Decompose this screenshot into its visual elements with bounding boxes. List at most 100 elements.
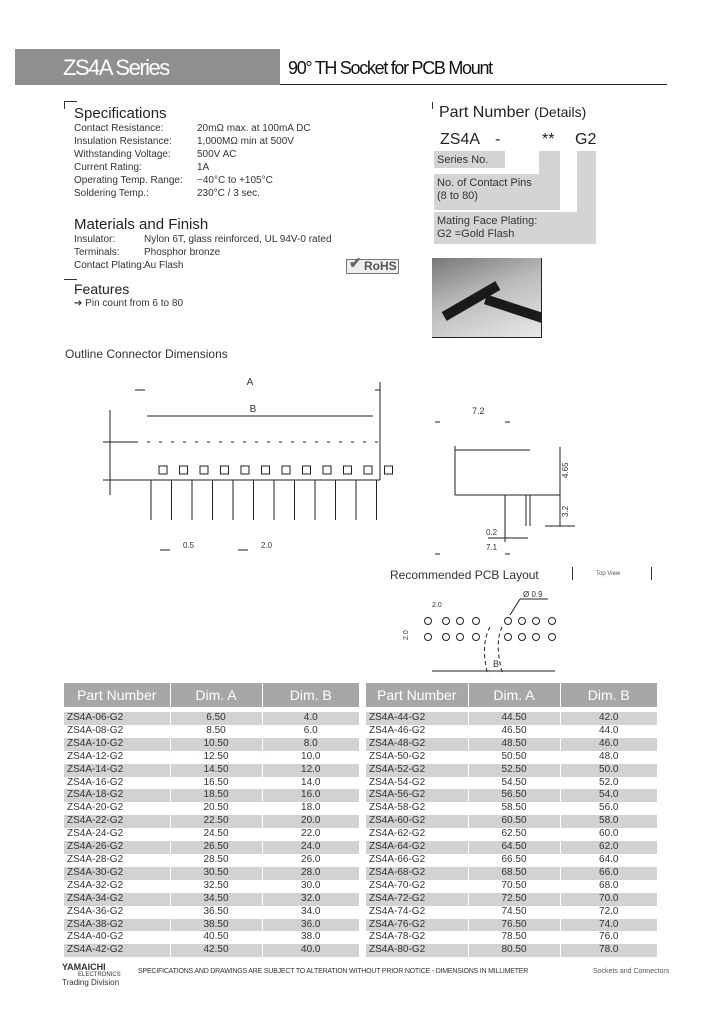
cell-dim-b: 40.0: [262, 944, 359, 958]
cell-part-number: ZS4A-62-G2: [366, 828, 469, 842]
table-row: ZS4A-24-G2 24.50 22.0: [64, 828, 359, 842]
table-row: ZS4A-32-G2 32.50 30.0: [64, 879, 359, 893]
cell-dim-b: 44.0: [599, 724, 619, 736]
spec-row: Current Rating: 1A: [74, 161, 311, 174]
cell-dim-a: 46.50: [468, 724, 561, 738]
col-part-number: Part Number: [366, 683, 469, 707]
table-row: ZS4A-20-G2 20.50 18.0: [64, 802, 359, 816]
cell-dim-a: 6.50: [170, 712, 263, 725]
cell-dim-a: 12.50: [170, 750, 263, 764]
table-row: ZS4A-80-G2 80.50 78.0: [366, 944, 657, 958]
materials-list: Insulator: Nylon 6T, glass reinforced, UL…: [74, 233, 332, 272]
divider: [572, 567, 573, 580]
cell-part-number: ZS4A-58-G2: [366, 802, 469, 816]
contact-pins: [150, 465, 393, 520]
cell-dim-a: 14.50: [170, 763, 263, 777]
spec-value: 20mΩ max. at 100mA DC: [197, 123, 311, 134]
material-row: Terminals: Phosphor bronze: [74, 246, 332, 259]
side-72-label: 7.2: [472, 406, 485, 416]
plating-connector-bar: [577, 151, 596, 216]
dim-b-label: B: [250, 404, 257, 415]
cell-part-number: ZS4A-44-G2: [366, 712, 469, 725]
pcb-hole: [548, 633, 556, 641]
table-row: ZS4A-12-G2 12.50 10.0: [64, 750, 359, 764]
series-no-box: Series No.: [434, 151, 505, 168]
dimensions-table-right: Part Number Dim. A Dim. B ZS4A-44-G2 44.5…: [366, 683, 657, 958]
table-row: ZS4A-06-G2 6.50 4.0: [64, 712, 359, 725]
pin-window: [179, 465, 188, 475]
cell-dim-a: 38.50: [170, 918, 263, 932]
materials-title: Materials and Finish: [74, 216, 209, 233]
footer-category: Sockets and Connectors: [593, 968, 670, 975]
dimensions-table-left: Part Number Dim. A Dim. B ZS4A-06-G2 6.50…: [64, 683, 359, 958]
pcb-hole: [548, 617, 556, 625]
spec-label: Soldering Temp.:: [74, 188, 149, 199]
materials-section: Materials and Finish Insulator: Nylon 6T,…: [74, 216, 332, 272]
cell-dim-b: 46.0: [560, 737, 657, 751]
code-plating: G2: [575, 131, 597, 148]
spec-value: 500V AC: [197, 149, 237, 160]
table-row: ZS4A-18-G2 18.50 16.0: [64, 789, 359, 803]
pins-connector-bar: [539, 151, 560, 176]
pcb-hole: [424, 633, 432, 641]
pcb-holes: [424, 617, 556, 641]
table-row: ZS4A-60-G2 60.50 58.0: [366, 815, 657, 829]
table-row: ZS4A-38-G2 38.50 36.0: [64, 918, 359, 932]
section-corner-mark: [432, 102, 433, 109]
cell-dim-b: 36.0: [262, 918, 359, 932]
cell-dim-a: 66.50: [468, 853, 561, 867]
pcb-layout-title: Recommended PCB Layout: [390, 568, 539, 582]
side-71-label: 7.1: [486, 543, 498, 552]
cell-dim-a: 18.50: [170, 789, 263, 803]
cell-dim-a: 70.50: [468, 879, 561, 893]
cell-dim-b: 20.0: [262, 815, 359, 829]
cell-dim-a: 16.50: [170, 776, 263, 790]
series-title: ZS4A Series: [15, 49, 280, 85]
cell-dim-b: 62.0: [560, 841, 657, 854]
outline-title: Outline Connector Dimensions: [65, 347, 228, 361]
col-dim-a: Dim. A: [170, 683, 263, 707]
cell-dim-a: 42.50: [170, 944, 263, 958]
cell-part-number: ZS4A-06-G2: [64, 712, 171, 725]
cell-dim-a: 30.50: [170, 866, 263, 880]
cell-part-number: ZS4A-38-G2: [64, 918, 171, 932]
pcb-hole: [456, 633, 464, 641]
code-pins: **: [542, 131, 555, 148]
pin-window: [158, 465, 168, 475]
cell-dim-a: 24.50: [170, 828, 263, 842]
cell-dim-b: 70.0: [560, 892, 657, 906]
cell-part-number: ZS4A-50-G2: [366, 750, 469, 764]
cell-dim-a: 50.50: [468, 750, 561, 764]
table-row: ZS4A-64-G2 64.50 62.0: [366, 841, 657, 854]
cell-dim-b: 34.0: [301, 905, 321, 917]
cell-dim-a: 74.50: [468, 905, 561, 919]
pcb-hole: [518, 617, 526, 625]
divider: [651, 567, 652, 580]
table-row: ZS4A-74-G2 74.50 72.0: [366, 905, 657, 919]
cell-part-number: ZS4A-30-G2: [64, 866, 171, 880]
pcb-hole: [442, 633, 450, 641]
material-value: Phosphor bronze: [144, 247, 221, 258]
dim-20-label: 2.0: [261, 541, 273, 550]
cell-dim-a: 44.50: [468, 712, 561, 725]
hole-dia-label: Ø 0.9: [523, 590, 543, 599]
cell-part-number: ZS4A-64-G2: [366, 841, 469, 854]
pin-window: [240, 465, 250, 475]
pin-window: [261, 465, 270, 475]
cell-part-number: ZS4A-40-G2: [64, 931, 171, 945]
table-row: ZS4A-34-G2 34.50 32.0: [64, 892, 359, 906]
table-row: ZS4A-58-G2 58.50 56.0: [366, 802, 657, 816]
col-dim-b: Dim. B: [262, 683, 359, 707]
cell-part-number: ZS4A-18-G2: [64, 789, 171, 803]
product-photo: [432, 258, 542, 338]
cell-dim-b: 60.0: [599, 828, 619, 840]
cell-dim-b: 14.0: [301, 776, 321, 788]
features-section: Features ➔ Pin count from 6 to 80: [74, 281, 183, 310]
cell-part-number: ZS4A-54-G2: [366, 776, 469, 790]
cell-dim-b: 50.0: [560, 763, 657, 777]
dim-a-label: A: [247, 377, 254, 388]
leader-line: [509, 598, 521, 616]
product-subtitle: 90° TH Socket for PCB Mount: [288, 58, 493, 78]
cell-dim-b: 28.0: [262, 866, 359, 880]
pin-window: [384, 465, 393, 475]
